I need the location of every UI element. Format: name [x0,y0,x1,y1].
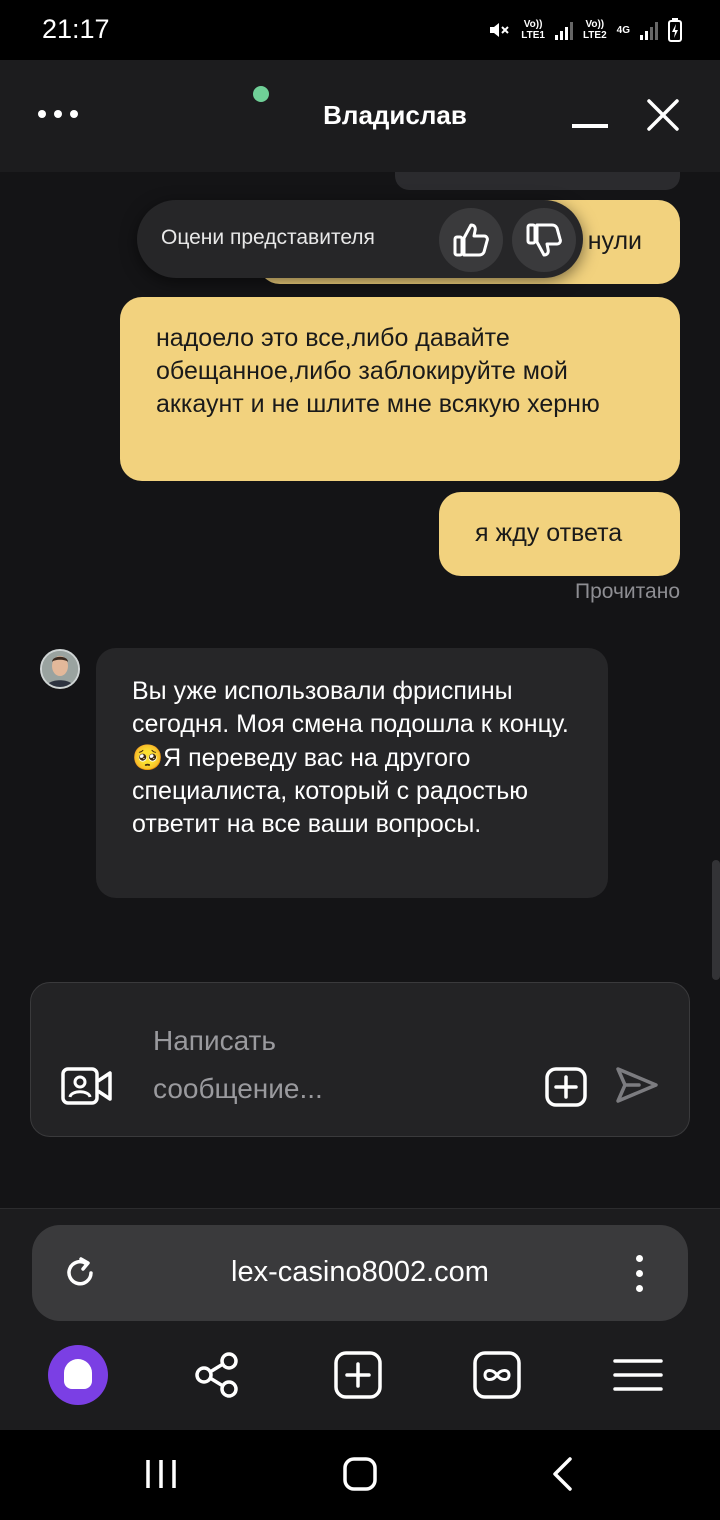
status-bar: 21:17 Vo)) LTE1 Vo)) LTE2 4G [0,0,720,60]
message-text: нули [587,227,642,255]
alice-assistant-icon[interactable] [48,1345,108,1405]
message-text: надоело это все,либо давайте обещанное,л… [156,324,600,418]
rating-label: Оцени представителя [161,226,375,249]
pleading-face-emoji: 🥺 [132,743,164,772]
chat-title: Владислав [323,100,467,130]
previous-message [395,172,680,190]
signal-icon [554,20,573,40]
thumbs-down-icon [526,223,562,257]
tabs-icon[interactable] [467,1345,527,1405]
sim1-label: Vo)) LTE1 [521,19,545,41]
status-time: 21:17 [42,14,110,44]
new-tab-icon[interactable] [328,1345,388,1405]
message-text: Я переведу вас на другого специалиста, к… [132,744,529,838]
read-status: Прочитано [575,580,680,603]
message-bubble-user[interactable]: надоело это все,либо давайте обещанное,л… [120,297,680,481]
thumbs-down-button[interactable] [512,208,576,272]
chat-messages[interactable]: нули Оцени представителя надоело это все… [0,172,720,1208]
message-text: Вы уже использовали фриспины сегодня. Мо… [132,677,569,738]
mute-icon [490,23,509,37]
send-icon[interactable] [615,1065,659,1105]
menu-icon[interactable] [608,1345,668,1405]
system-navigation-bar [0,1430,720,1520]
battery-charging-icon [668,18,682,42]
message-bubble-agent[interactable]: Вы уже использовали фриспины сегодня. Мо… [96,648,608,898]
browser-toolbar: lex-casino8002.com [0,1208,720,1430]
thumbs-up-button[interactable] [439,208,503,272]
more-vertical-icon[interactable] [636,1255,643,1292]
signal-icon [640,20,658,40]
message-text: я жду ответа [475,519,623,547]
share-icon[interactable] [187,1345,247,1405]
scrollbar[interactable] [712,860,720,980]
url-text[interactable]: lex-casino8002.com [32,1256,688,1289]
thumbs-up-icon [453,223,489,257]
message-bubble-user[interactable]: я жду ответа [439,492,680,576]
message-input[interactable]: Написать сообщение... [153,1017,433,1113]
message-composer: Написать сообщение... [30,982,690,1137]
back-icon[interactable] [550,1456,574,1492]
close-icon[interactable] [646,98,680,132]
network-type: 4G [616,24,630,36]
video-call-icon[interactable] [61,1067,113,1105]
agent-avatar [40,649,80,689]
rating-popup: Оцени представителя [137,200,583,278]
home-icon[interactable] [342,1456,378,1492]
recent-apps-icon[interactable] [145,1458,177,1490]
address-bar[interactable]: lex-casino8002.com [32,1225,688,1321]
status-icons: Vo)) LTE1 Vo)) LTE2 4G [487,16,682,44]
minimize-icon[interactable] [572,124,608,128]
sim2-label: Vo)) LTE2 [582,19,607,41]
add-attachment-icon[interactable] [545,1067,587,1107]
